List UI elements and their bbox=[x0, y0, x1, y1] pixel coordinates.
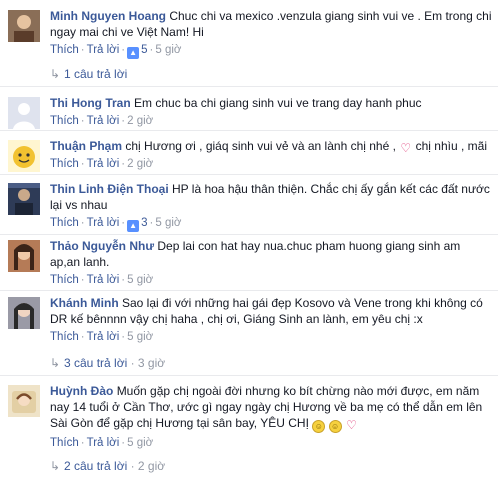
comment-actions: Thích · Trả lời · 2 giờ bbox=[50, 113, 492, 129]
comment-text: Muốn gặp chị ngoài đời nhưng ko bít chừn… bbox=[50, 384, 483, 430]
replies-time: 2 giờ bbox=[137, 459, 166, 473]
divider bbox=[0, 130, 498, 131]
comment-actions: Thích · Trả lời · ▲ 3 · 5 giờ bbox=[50, 215, 492, 232]
replies-time: 3 giờ bbox=[137, 356, 166, 370]
avatar[interactable] bbox=[8, 10, 40, 42]
reply-button[interactable]: Trả lời bbox=[87, 217, 120, 229]
comment-author[interactable]: Huỳnh Đào bbox=[50, 384, 113, 398]
separator: · bbox=[80, 115, 85, 127]
like-button[interactable]: Thích bbox=[50, 115, 79, 127]
heart-emoji-icon: ♡ bbox=[346, 418, 357, 432]
avatar[interactable] bbox=[8, 183, 40, 215]
comment-actions: Thích · Trả lời · 5 giờ bbox=[50, 329, 492, 345]
smile-emoji-icon: ☺ bbox=[328, 420, 342, 433]
separator: · bbox=[121, 158, 126, 170]
separator: · bbox=[80, 437, 85, 449]
comment-author[interactable]: Thi Hong Tran bbox=[50, 96, 131, 110]
comment-time[interactable]: 5 giờ bbox=[155, 217, 181, 229]
reply-button[interactable]: Trả lời bbox=[87, 44, 120, 56]
like-icon: ▲ bbox=[127, 47, 140, 59]
comment-thread: Minh Nguyen Hoang Chuc chi va mexico .ve… bbox=[0, 0, 498, 481]
comment-text: chị Hương ơi , giáq sinh vui vẻ và an là… bbox=[125, 139, 400, 153]
like-button[interactable]: Thích bbox=[50, 274, 79, 286]
separator: · bbox=[121, 331, 126, 343]
comment-author[interactable]: Thuận Phạm bbox=[50, 139, 122, 153]
separator: · bbox=[130, 356, 135, 370]
avatar[interactable] bbox=[8, 97, 40, 129]
reply-arrow-icon: ↳ bbox=[50, 356, 61, 370]
divider bbox=[0, 174, 498, 175]
separator: · bbox=[80, 217, 85, 229]
separator: · bbox=[121, 115, 126, 127]
comment-actions: Thích · Trả lời · 5 giờ bbox=[50, 435, 492, 451]
view-replies-link[interactable]: ↳ 1 câu trả lời bbox=[50, 66, 127, 82]
like-button[interactable]: Thích bbox=[50, 217, 79, 229]
reply-arrow-icon: ↳ bbox=[50, 67, 61, 81]
like-icon: ▲ bbox=[127, 220, 140, 232]
reply-button[interactable]: Trả lời bbox=[87, 331, 120, 343]
divider bbox=[0, 86, 498, 87]
comment-actions: Thích · Trả lời · 2 giờ bbox=[50, 156, 492, 172]
comment-text-tail: chị nhìu , mãi bbox=[412, 139, 487, 153]
divider bbox=[0, 375, 498, 376]
separator: · bbox=[121, 274, 126, 286]
separator: · bbox=[80, 158, 85, 170]
avatar[interactable] bbox=[8, 297, 40, 329]
reply-button[interactable]: Trả lời bbox=[87, 115, 120, 127]
comment-time[interactable]: 5 giờ bbox=[127, 274, 153, 286]
reply-arrow-icon: ↳ bbox=[50, 459, 61, 473]
view-replies-link[interactable]: ↳ 3 câu trả lời · 3 giờ bbox=[50, 355, 165, 371]
like-button[interactable]: Thích bbox=[50, 331, 79, 343]
heart-emoji-icon: ♡ bbox=[400, 141, 412, 155]
comment-time[interactable]: 2 giờ bbox=[127, 158, 153, 170]
comment-time[interactable]: 5 giờ bbox=[127, 437, 153, 449]
separator: · bbox=[121, 217, 126, 229]
like-button[interactable]: Thích bbox=[50, 44, 79, 56]
comment-author[interactable]: Thin Linh Điện Thoại bbox=[50, 182, 169, 196]
separator: · bbox=[130, 459, 135, 473]
like-count[interactable]: ▲ 3 bbox=[127, 217, 148, 232]
comment-text: Em chuc ba chi giang sinh vui ve trang d… bbox=[134, 96, 422, 110]
reply-button[interactable]: Trả lời bbox=[87, 437, 120, 449]
avatar[interactable] bbox=[8, 140, 40, 172]
separator: · bbox=[121, 44, 126, 56]
like-button[interactable]: Thích bbox=[50, 437, 79, 449]
comment-author[interactable]: Minh Nguyen Hoang bbox=[50, 9, 166, 23]
comment-time[interactable]: 5 giờ bbox=[155, 44, 181, 56]
separator: · bbox=[121, 437, 126, 449]
like-count[interactable]: ▲ 5 bbox=[127, 44, 148, 59]
separator: · bbox=[80, 274, 85, 286]
view-replies-link[interactable]: ↳ 2 câu trả lời · 2 giờ bbox=[50, 458, 165, 474]
separator: · bbox=[80, 331, 85, 343]
comment-author[interactable]: Khánh Minh bbox=[50, 296, 119, 310]
comment-time[interactable]: 2 giờ bbox=[127, 115, 153, 127]
avatar[interactable] bbox=[8, 385, 40, 417]
comment-author[interactable]: Thảo Nguyễn Như bbox=[50, 239, 154, 253]
divider bbox=[0, 234, 498, 235]
smile-emoji-icon: ☺ bbox=[312, 420, 326, 433]
comment-time[interactable]: 5 giờ bbox=[127, 331, 153, 343]
comment-actions: Thích · Trả lời · ▲ 5 · 5 giờ bbox=[50, 42, 492, 59]
reply-button[interactable]: Trả lời bbox=[87, 158, 120, 170]
like-button[interactable]: Thích bbox=[50, 158, 79, 170]
comment-actions: Thích · Trả lời · 5 giờ bbox=[50, 272, 492, 288]
reply-button[interactable]: Trả lời bbox=[87, 274, 120, 286]
separator: · bbox=[80, 44, 85, 56]
divider bbox=[0, 290, 498, 291]
avatar[interactable] bbox=[8, 240, 40, 272]
